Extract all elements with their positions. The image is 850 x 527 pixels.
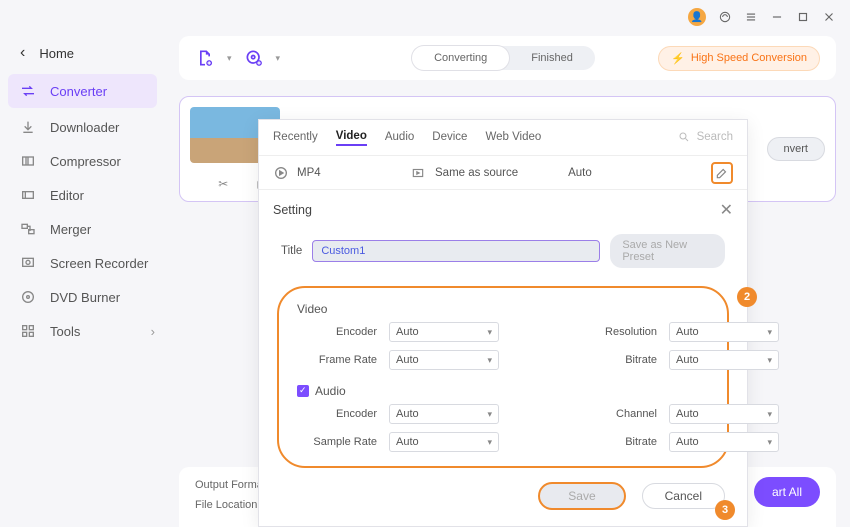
tab-recently[interactable]: Recently (273, 131, 318, 145)
add-disc-icon[interactable] (244, 48, 264, 68)
tab-finished[interactable]: Finished (509, 46, 595, 70)
cut-icon[interactable]: ✂ (218, 177, 228, 191)
compressor-icon (20, 153, 36, 169)
samplerate-label: Sample Rate (297, 436, 385, 448)
lightning-icon: ⚡ (671, 52, 685, 65)
channel-label: Channel (577, 408, 665, 420)
sidebar-item-tools[interactable]: Tools › (0, 314, 165, 348)
dropdown-icon[interactable]: ▾ (227, 53, 232, 64)
audio-checkbox[interactable] (297, 385, 309, 397)
auto-label: Auto (568, 167, 592, 179)
download-icon (20, 119, 36, 135)
samplerate-select[interactable]: Auto▾ (389, 432, 499, 452)
tools-icon (20, 323, 36, 339)
file-location-label: File Location: (195, 499, 260, 511)
recorder-icon (20, 255, 36, 271)
video-section-label: Video (297, 302, 709, 316)
sidebar-item-downloader[interactable]: Downloader (0, 110, 165, 144)
converter-icon (20, 83, 36, 99)
titlebar: 👤 (0, 0, 850, 34)
sidebar-item-label: Screen Recorder (50, 256, 148, 271)
sidebar-item-label: DVD Burner (50, 290, 120, 305)
close-button[interactable] (822, 10, 836, 24)
title-label: Title (281, 245, 302, 257)
title-input[interactable] (312, 240, 600, 262)
tab-audio[interactable]: Audio (385, 131, 414, 145)
save-button[interactable]: Save (538, 482, 625, 510)
tab-device[interactable]: Device (432, 131, 467, 145)
maximize-button[interactable] (796, 10, 810, 24)
close-icon[interactable]: ✕ (720, 200, 733, 220)
callout-3: 3 (715, 500, 735, 520)
callout-2: 2 (737, 287, 757, 307)
tab-segment: Converting Finished (412, 46, 595, 70)
audio-encoder-label: Encoder (297, 408, 385, 420)
high-speed-button[interactable]: ⚡ High Speed Conversion (658, 46, 820, 71)
resolution-label: Resolution (577, 326, 665, 338)
same-source-label: Same as source (435, 167, 518, 179)
search-icon (677, 131, 691, 145)
audio-section-label: Audio (315, 384, 346, 398)
encoder-label: Encoder (297, 326, 385, 338)
cancel-button[interactable]: Cancel (642, 483, 725, 509)
video-bitrate-label: Bitrate (577, 354, 665, 366)
sidebar-item-merger[interactable]: Merger (0, 212, 165, 246)
sidebar: ‹ Home Converter Downloader Compressor E… (0, 34, 165, 527)
high-speed-label: High Speed Conversion (691, 52, 807, 64)
dropdown-icon[interactable]: ▾ (276, 53, 281, 64)
tab-video[interactable]: Video (336, 130, 367, 146)
audio-section: Audio (297, 384, 709, 398)
format-label[interactable]: MP4 (297, 167, 321, 179)
back-label: Home (39, 46, 74, 61)
audio-bitrate-label: Bitrate (577, 436, 665, 448)
sidebar-item-label: Merger (50, 222, 91, 237)
sidebar-item-editor[interactable]: Editor (0, 178, 165, 212)
format-icon (273, 165, 289, 181)
sidebar-item-label: Downloader (50, 120, 119, 135)
topbar: ▾ ▾ Converting Finished ⚡ High Speed Con… (179, 36, 836, 80)
tab-converting[interactable]: Converting (412, 46, 509, 70)
audio-bitrate-select[interactable]: Auto▾ (669, 432, 779, 452)
disc-icon (20, 289, 36, 305)
add-file-icon[interactable] (195, 48, 215, 68)
sidebar-item-compressor[interactable]: Compressor (0, 144, 165, 178)
back-button[interactable]: ‹ Home (0, 38, 165, 72)
setting-title: Setting (273, 203, 312, 217)
sidebar-item-label: Tools (50, 324, 80, 339)
framerate-select[interactable]: Auto▾ (389, 350, 499, 370)
convert-button[interactable]: nvert (767, 137, 825, 161)
video-bitrate-select[interactable]: Auto▾ (669, 350, 779, 370)
sidebar-item-dvdburner[interactable]: DVD Burner (0, 280, 165, 314)
search-field[interactable]: Search (677, 131, 733, 145)
editor-icon (20, 187, 36, 203)
avatar[interactable]: 👤 (688, 8, 706, 26)
sidebar-item-converter[interactable]: Converter (8, 74, 157, 108)
sidebar-item-label: Converter (50, 84, 107, 99)
edit-preset-button[interactable] (711, 162, 733, 184)
video-audio-settings: Video Encoder Auto▾ Resolution Auto▾ Fra… (277, 286, 729, 468)
format-row: MP4 Same as source Auto (259, 156, 747, 190)
minimize-button[interactable] (770, 10, 784, 24)
framerate-label: Frame Rate (297, 354, 385, 366)
audio-encoder-select[interactable]: Auto▾ (389, 404, 499, 424)
search-placeholder: Search (697, 131, 733, 145)
support-icon[interactable] (718, 10, 732, 24)
tab-webvideo[interactable]: Web Video (485, 131, 541, 145)
chevron-right-icon: › (151, 324, 155, 339)
source-icon (411, 166, 425, 180)
save-preset-button[interactable]: Save as New Preset (610, 234, 725, 268)
sidebar-item-label: Editor (50, 188, 84, 203)
settings-modal: Recently Video Audio Device Web Video Se… (258, 119, 748, 527)
sidebar-item-recorder[interactable]: Screen Recorder (0, 246, 165, 280)
format-tabs: Recently Video Audio Device Web Video Se… (259, 120, 747, 156)
menu-icon[interactable] (744, 10, 758, 24)
video-encoder-select[interactable]: Auto▾ (389, 322, 499, 342)
merger-icon (20, 221, 36, 237)
channel-select[interactable]: Auto▾ (669, 404, 779, 424)
sidebar-item-label: Compressor (50, 154, 121, 169)
start-all-button[interactable]: art All (754, 477, 820, 507)
resolution-select[interactable]: Auto▾ (669, 322, 779, 342)
chevron-left-icon: ‹ (20, 44, 25, 62)
